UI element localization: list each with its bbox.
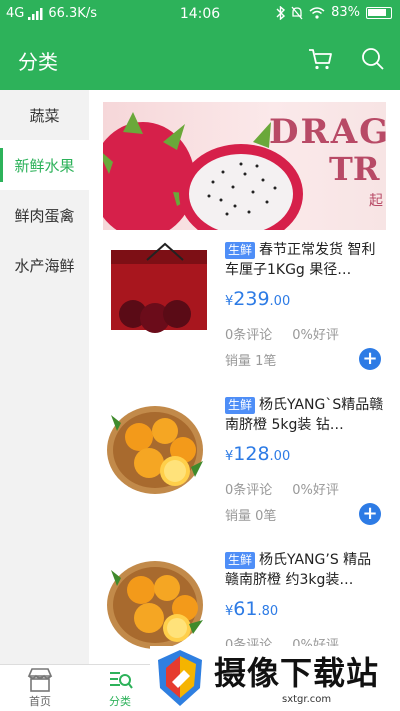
mute-bell-icon xyxy=(291,6,303,19)
status-right: 83% xyxy=(276,5,392,20)
bluetooth-icon xyxy=(276,5,286,20)
product-list-panel: DRAGO TR 起 生鲜春节正常发货 智利车厘子1KGg 果径… ¥239.0… xyxy=(89,90,400,664)
cart-icon[interactable] xyxy=(306,44,336,74)
watermark-url: sxtgr.com xyxy=(282,694,332,705)
category-list-icon xyxy=(110,672,133,689)
product-meta: 0条评论 0%好评 xyxy=(225,324,359,343)
page-title: 分类 xyxy=(18,50,58,74)
search-icon[interactable] xyxy=(358,44,388,74)
site-watermark: 摄像下载站 sxtgr.com xyxy=(150,646,400,711)
wifi-icon xyxy=(309,6,325,19)
price-integer: 128 xyxy=(233,443,270,465)
tab-home[interactable]: 首页 xyxy=(0,667,80,709)
add-to-cart-button[interactable]: + xyxy=(359,348,381,370)
orange-basket-image xyxy=(107,561,203,649)
sales-count: 销量 1笔 xyxy=(225,354,277,369)
price-decimal: .80 xyxy=(257,604,279,619)
review-count: 0条评论 xyxy=(225,328,273,343)
promo-banner[interactable]: DRAGO TR 起 xyxy=(103,102,386,230)
good-rate: 0%好评 xyxy=(292,483,339,498)
store-icon xyxy=(27,668,53,692)
fresh-tag: 生鲜 xyxy=(225,397,256,414)
sidebar-item-vegetables[interactable]: 蔬菜 xyxy=(0,90,89,140)
tab-category[interactable]: 分类 xyxy=(80,667,160,709)
tab-home-label: 首页 xyxy=(29,695,51,708)
product-card[interactable]: 生鲜 杨氏YANG`S精品赣南脐橙 5kg装 钻… ¥128.00 0条评论 0%好… xyxy=(103,395,386,545)
sidebar-item-seafood[interactable]: 水产海鲜 xyxy=(0,240,89,290)
product-meta: 0条评论 0%好评 xyxy=(225,479,359,498)
good-rate: 0%好评 xyxy=(292,328,339,343)
sidebar-item-label: 鲜肉蛋禽 xyxy=(14,206,75,225)
price-integer: 61 xyxy=(233,598,258,620)
sidebar-item-label: 蔬菜 xyxy=(29,106,60,125)
battery-icon xyxy=(366,6,392,19)
tab-category-label: 分类 xyxy=(109,695,131,708)
product-title: 生鲜 春节正常发货 智利车厘子1KGg 果径… xyxy=(225,240,385,280)
product-price: ¥239.00 xyxy=(225,288,290,310)
banner-title-line1: DRAGO xyxy=(269,112,386,152)
banner-title-line2: TR xyxy=(329,150,380,188)
banner-subtitle: 起 xyxy=(369,193,383,209)
product-title: 生鲜 杨氏YANG’S 精品赣南脐橙 约3kg装… xyxy=(225,550,385,590)
status-bar: 4G 66.3K/s 14:06 83% xyxy=(0,0,400,28)
sidebar-item-meat-eggs[interactable]: 鲜肉蛋禽 xyxy=(0,190,89,240)
fresh-tag: 生鲜 xyxy=(225,552,256,569)
cherry-box-image xyxy=(111,242,207,333)
watermark-text: 摄像下载站 xyxy=(214,654,380,692)
category-sidebar: 蔬菜 新鲜水果 鲜肉蛋禽 水产海鲜 xyxy=(0,90,89,664)
orange-basket-image xyxy=(107,406,203,494)
price-decimal: .00 xyxy=(269,294,291,309)
sidebar-item-label: 水产海鲜 xyxy=(14,256,75,275)
price-integer: 239 xyxy=(233,288,270,310)
app-bar: 分类 xyxy=(0,28,400,90)
product-title: 生鲜 杨氏YANG`S精品赣南脐橙 5kg装 钻… xyxy=(225,395,385,435)
review-count: 0条评论 xyxy=(225,483,273,498)
battery-percent: 83% xyxy=(331,5,360,20)
add-to-cart-button[interactable]: + xyxy=(359,503,381,525)
product-price: ¥61.80 xyxy=(225,598,278,620)
sales-count: 销量 0笔 xyxy=(225,509,277,524)
sidebar-item-fresh-fruit[interactable]: 新鲜水果 xyxy=(0,140,89,190)
watermark-logo-icon xyxy=(158,650,202,706)
price-decimal: .00 xyxy=(269,449,291,464)
product-price: ¥128.00 xyxy=(225,443,290,465)
product-card[interactable]: 生鲜 春节正常发货 智利车厘子1KGg 果径… ¥239.00 0条评论 0%好评 … xyxy=(103,240,386,390)
sidebar-item-label: 新鲜水果 xyxy=(14,156,75,175)
fresh-tag: 生鲜 xyxy=(225,242,256,259)
